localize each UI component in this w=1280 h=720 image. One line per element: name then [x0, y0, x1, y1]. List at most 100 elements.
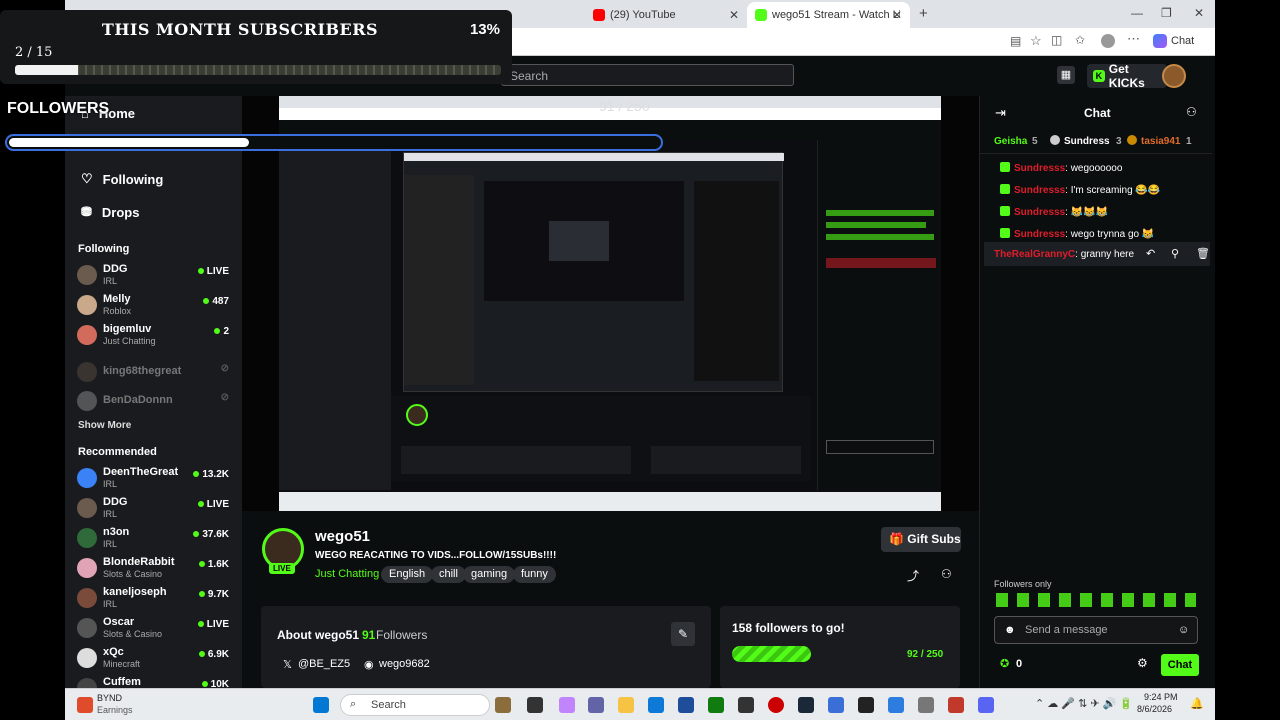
obs-icon[interactable]	[858, 697, 874, 713]
tray-icons[interactable]: ⌃ ☁ 🎤 ⇅ ✈ 🔊 🔋	[1035, 697, 1133, 710]
close-icon[interactable]: ✕	[892, 8, 902, 22]
about-title: About wego51	[277, 628, 360, 642]
inner-chat	[817, 140, 941, 490]
reader-icon[interactable]: ▤	[1010, 34, 1021, 48]
new-tab-button[interactable]: +	[919, 5, 928, 22]
chat-label[interactable]: Chat	[1171, 35, 1194, 47]
user-avatar[interactable]	[1162, 64, 1186, 88]
notifications-icon[interactable]: 🔔	[1190, 697, 1204, 710]
edit-icon[interactable]: ✎	[671, 622, 695, 646]
channel-item[interactable]: DDG IRL LIVE	[77, 263, 229, 291]
copilot-icon[interactable]	[559, 697, 575, 713]
shield-icon[interactable]	[948, 697, 964, 713]
dashboard-icon[interactable]: ▦	[1057, 66, 1075, 84]
store-icon[interactable]	[678, 697, 694, 713]
chat-message: Sundresss: wego trynna go 😹	[1000, 228, 1154, 240]
reply-icon[interactable]: ↶	[1146, 247, 1155, 260]
clock-time[interactable]: 9:24 PM	[1144, 692, 1178, 702]
channel-category: Roblox	[103, 306, 132, 316]
channel-item[interactable]: xQc Minecraft 6.9K	[77, 646, 229, 674]
taskbar-search[interactable]: Search	[340, 694, 490, 716]
emote-picker-icon[interactable]: ☺	[1178, 624, 1189, 636]
emoji-icon[interactable]: ☻	[1004, 624, 1016, 636]
sub-badge-icon	[1000, 206, 1010, 216]
chat-message-input[interactable]: Send a message	[994, 616, 1198, 644]
channel-item[interactable]: bigemluv Just Chatting 2	[77, 323, 229, 351]
tab-youtube[interactable]: (29) YouTube ✕	[585, 2, 747, 28]
animal-widget-icon[interactable]	[495, 697, 511, 713]
close-window-button[interactable]: ✕	[1194, 6, 1204, 20]
social-x-link[interactable]: @BE_EZ5	[298, 658, 350, 670]
follow-user-icon[interactable]: ⚇	[941, 567, 952, 581]
kick-icon	[755, 9, 767, 21]
get-kicks-button[interactable]: K Get KICKs	[1087, 62, 1167, 90]
channel-item[interactable]: Oscar Slots & Casino LIVE	[77, 616, 229, 644]
delete-icon[interactable]: 🗑	[1196, 247, 1210, 260]
settings-app-icon[interactable]	[918, 697, 934, 713]
channel-item[interactable]: kaneljoseph IRL 9.7K	[77, 586, 229, 614]
chat-app-icon[interactable]	[888, 697, 904, 713]
nav-following[interactable]: ♡ Following	[81, 171, 163, 187]
channel-item[interactable]: Melly Roblox 487	[77, 293, 229, 321]
tag-chill[interactable]: chill	[431, 566, 466, 583]
channel-item[interactable]: BenDaDonnn ⊘	[77, 389, 229, 417]
channel-item[interactable]: Cuffem 10K	[77, 676, 229, 688]
send-chat-button[interactable]: Chat	[1161, 654, 1199, 676]
show-more-link[interactable]: Show More	[78, 420, 131, 431]
record-icon[interactable]	[768, 697, 784, 713]
drops-icon: ⛃	[81, 204, 92, 219]
tag-gaming[interactable]: gaming	[463, 566, 516, 583]
close-icon[interactable]: ✕	[729, 8, 739, 22]
following-section-title: Following	[78, 243, 130, 255]
channel-category: Slots & Casino	[103, 569, 163, 579]
copilot-icon[interactable]	[1153, 34, 1167, 48]
search-input[interactable]: Search	[501, 64, 794, 86]
gift-subs-button[interactable]: 🎁 Gift Subs	[881, 527, 961, 552]
channel-item[interactable]: BlondeRabbit Slots & Casino 1.6K	[77, 556, 229, 584]
profile-icon[interactable]	[1101, 34, 1115, 48]
avatar	[77, 295, 97, 315]
minimize-button[interactable]: —	[1131, 6, 1143, 20]
favorites-icon[interactable]: ✩	[1075, 33, 1085, 47]
inner-chat-input	[826, 440, 934, 454]
folder-icon[interactable]	[618, 697, 634, 713]
users-icon[interactable]: ⚇	[1186, 105, 1197, 119]
channel-item[interactable]: king68thegreat ⊘	[77, 360, 229, 388]
emote-bar[interactable]	[996, 593, 1196, 607]
more-icon[interactable]: ⋯	[1127, 31, 1140, 47]
streamer-name[interactable]: wego51	[315, 528, 370, 545]
app-icon[interactable]	[828, 697, 844, 713]
extensions-icon[interactable]: ◫	[1051, 33, 1062, 47]
offline-icon: ⊘	[220, 392, 229, 403]
xbox-icon[interactable]	[708, 697, 724, 713]
maximize-button[interactable]: ❐	[1161, 6, 1172, 20]
terminal-icon[interactable]	[738, 697, 754, 713]
channel-item[interactable]: DDG IRL LIVE	[77, 496, 229, 524]
social-discord-link[interactable]: wego9682	[379, 658, 430, 670]
discord-app-icon[interactable]	[978, 697, 994, 713]
start-icon[interactable]	[313, 697, 329, 713]
channel-item[interactable]: DeenTheGreat IRL 13.2K	[77, 466, 229, 494]
teams-icon[interactable]	[588, 697, 604, 713]
steam-icon[interactable]	[798, 697, 814, 713]
gifter-count: 5	[1032, 136, 1038, 147]
channel-item[interactable]: n3on IRL 37.6K	[77, 526, 229, 554]
share-icon[interactable]: ⤴	[907, 567, 919, 584]
tab-kick[interactable]: wego51 Stream - Watch Live on K ✕	[747, 2, 910, 28]
chat-message-hovered[interactable]: TheRealGrannyC: granny here ↶ ⚲ 🗑	[984, 242, 1210, 266]
edge-icon[interactable]	[648, 697, 664, 713]
about-panel: About wego51 91 Followers ✎ 𝕏 @BE_EZ5 ◉ …	[261, 606, 711, 688]
pin-icon[interactable]: ⚲	[1171, 247, 1179, 260]
nav-drops[interactable]: ⛃ Drops	[81, 204, 139, 220]
tag-funny[interactable]: funny	[513, 566, 556, 583]
task-view-icon[interactable]	[527, 697, 543, 713]
clock-date[interactable]: 8/6/2026	[1137, 704, 1172, 714]
video-player[interactable]: 91 / 250	[279, 96, 941, 511]
settings-icon[interactable]: ⚙	[1137, 656, 1148, 670]
star-icon[interactable]: ☆	[1030, 33, 1042, 49]
tag-english[interactable]: English	[381, 566, 434, 583]
stock-symbol[interactable]: BYND	[97, 693, 122, 703]
stream-category[interactable]: Just Chatting	[315, 568, 379, 580]
channel-category: Slots & Casino	[103, 629, 163, 639]
collapse-chat-icon[interactable]: ⇥	[995, 105, 1006, 121]
